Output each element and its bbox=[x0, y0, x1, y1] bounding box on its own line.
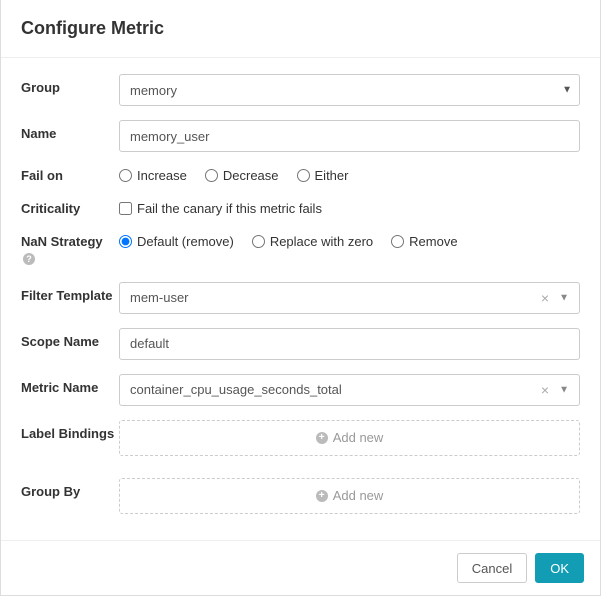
fail-on-either-radio[interactable] bbox=[297, 169, 310, 182]
add-new-label: Add new bbox=[333, 488, 384, 503]
add-new-label: Add new bbox=[333, 430, 384, 445]
dialog-footer: Cancel OK bbox=[1, 540, 600, 595]
add-label-binding-button[interactable]: + Add new bbox=[119, 420, 580, 456]
group-select-value: memory bbox=[130, 83, 177, 98]
nan-replace-label: Replace with zero bbox=[270, 234, 373, 249]
criticality-row: Fail the canary if this metric fails bbox=[119, 199, 580, 216]
nan-replace-option[interactable]: Replace with zero bbox=[252, 234, 373, 249]
fail-on-increase-option[interactable]: Increase bbox=[119, 168, 187, 183]
label-name: Name bbox=[21, 120, 119, 143]
chevron-down-icon: ▼ bbox=[559, 292, 569, 303]
nan-remove-radio[interactable] bbox=[391, 235, 404, 248]
help-icon[interactable]: ? bbox=[23, 253, 35, 265]
nan-default-label: Default (remove) bbox=[137, 234, 234, 249]
scope-name-input[interactable] bbox=[119, 328, 580, 360]
nan-default-option[interactable]: Default (remove) bbox=[119, 234, 234, 249]
clear-icon[interactable]: × bbox=[541, 383, 549, 397]
label-group: Group bbox=[21, 74, 119, 97]
nan-remove-option[interactable]: Remove bbox=[391, 234, 457, 249]
label-label-bindings: Label Bindings bbox=[21, 420, 119, 443]
configure-metric-form: Group memory ▼ Name Fail on Increase bbox=[1, 58, 600, 548]
fail-on-decrease-radio[interactable] bbox=[205, 169, 218, 182]
plus-circle-icon: + bbox=[316, 490, 328, 502]
add-group-by-button[interactable]: + Add new bbox=[119, 478, 580, 514]
label-nan-strategy: NaN Strategy ? bbox=[21, 232, 119, 268]
label-metric-name: Metric Name bbox=[21, 374, 119, 397]
fail-on-increase-radio[interactable] bbox=[119, 169, 132, 182]
fail-on-either-label: Either bbox=[315, 168, 349, 183]
name-input[interactable] bbox=[119, 120, 580, 152]
metric-name-value: container_cpu_usage_seconds_total bbox=[130, 382, 342, 397]
fail-on-radios: Increase Decrease Either bbox=[119, 166, 580, 183]
filter-template-combo[interactable]: mem-user × ▼ bbox=[119, 282, 580, 314]
group-select[interactable]: memory bbox=[119, 74, 580, 106]
filter-template-value: mem-user bbox=[130, 290, 189, 305]
criticality-checkbox[interactable] bbox=[119, 202, 132, 215]
nan-replace-radio[interactable] bbox=[252, 235, 265, 248]
fail-on-either-option[interactable]: Either bbox=[297, 168, 349, 183]
cancel-button[interactable]: Cancel bbox=[457, 553, 527, 583]
criticality-label: Fail the canary if this metric fails bbox=[137, 201, 322, 216]
fail-on-increase-label: Increase bbox=[137, 168, 187, 183]
chevron-down-icon: ▼ bbox=[559, 384, 569, 395]
label-criticality: Criticality bbox=[21, 199, 119, 218]
plus-circle-icon: + bbox=[316, 432, 328, 444]
metric-name-combo[interactable]: container_cpu_usage_seconds_total × ▼ bbox=[119, 374, 580, 406]
label-scope-name: Scope Name bbox=[21, 328, 119, 351]
dialog-header: Configure Metric bbox=[1, 0, 600, 58]
clear-icon[interactable]: × bbox=[541, 291, 549, 305]
ok-button[interactable]: OK bbox=[535, 553, 584, 583]
fail-on-decrease-label: Decrease bbox=[223, 168, 279, 183]
criticality-option[interactable]: Fail the canary if this metric fails bbox=[119, 201, 322, 216]
label-filter-template: Filter Template bbox=[21, 282, 119, 305]
nan-remove-label: Remove bbox=[409, 234, 457, 249]
fail-on-decrease-option[interactable]: Decrease bbox=[205, 168, 279, 183]
nan-default-radio[interactable] bbox=[119, 235, 132, 248]
label-group-by: Group By bbox=[21, 478, 119, 501]
label-fail-on: Fail on bbox=[21, 166, 119, 185]
nan-strategy-radios: Default (remove) Replace with zero Remov… bbox=[119, 232, 580, 249]
dialog-title: Configure Metric bbox=[21, 18, 580, 39]
